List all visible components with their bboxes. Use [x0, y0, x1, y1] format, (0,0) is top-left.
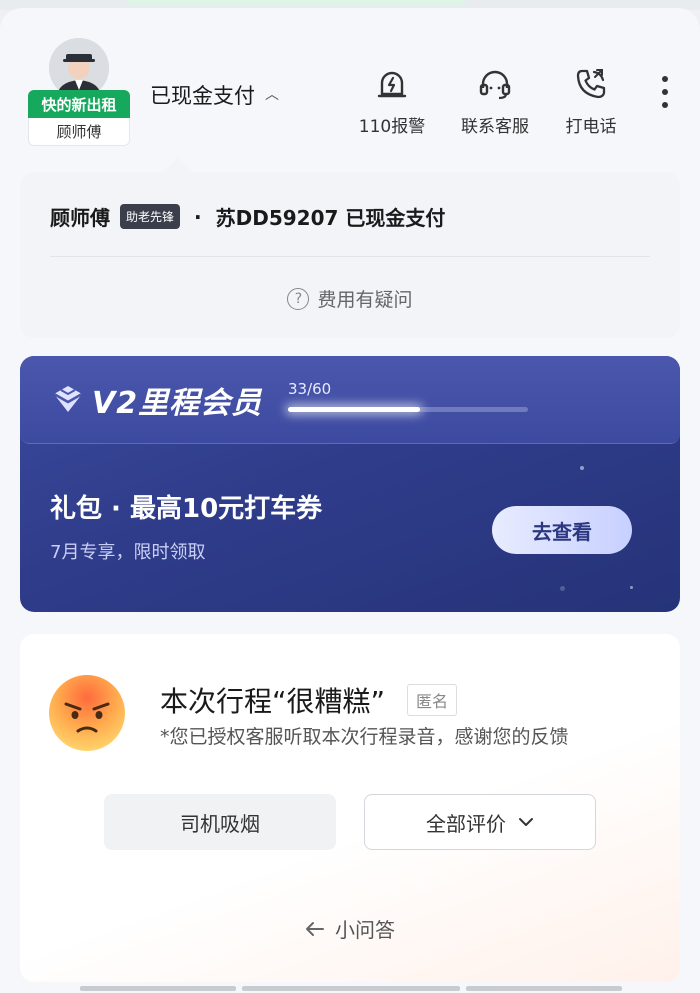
- call-driver-label: 打电话: [565, 117, 617, 137]
- chevron-down-icon: [519, 818, 533, 826]
- sparkle: [560, 586, 565, 591]
- fee-question-label: 费用有疑问: [317, 289, 413, 311]
- view-gift-button[interactable]: 去查看: [492, 506, 632, 554]
- trip-sheet: 快的新出租 顾师傅 已现金支付 ︿ 110报警 联系客服 打电话 顾师傅 助老先…: [0, 8, 700, 993]
- driver-name: 顾师傅: [50, 206, 110, 230]
- membership-card[interactable]: V2里程会员 33/60 礼包 · 最高10元打车券 7月专享，限时领取 去查看: [20, 356, 680, 612]
- driver-info-line: 顾师傅 助老先锋 · 苏DD59207 已现金支付: [50, 202, 445, 231]
- headset-icon: [479, 70, 511, 100]
- driver-name-tag: 顾师傅: [28, 118, 130, 146]
- contact-service-button[interactable]: 联系客服: [450, 66, 540, 137]
- gift-title: 礼包 · 最高10元打车券: [50, 494, 323, 524]
- driver-company-badge: 快的新出租: [28, 90, 130, 118]
- divider: [50, 256, 650, 257]
- police-110-label: 110报警: [358, 117, 426, 137]
- map-road: [128, 0, 466, 6]
- rating-title-row: 本次行程“很糟糕” 匿名: [160, 680, 458, 720]
- membership-header: V2里程会员 33/60: [20, 356, 680, 444]
- trip-info-card: 顾师傅 助老先锋 · 苏DD59207 已现金支付 ? 费用有疑问: [20, 172, 680, 338]
- member-logo-icon: [53, 386, 83, 412]
- police-110-button[interactable]: 110报警: [352, 66, 432, 137]
- membership-progress-text: 33/60: [288, 380, 332, 398]
- rating-note: *您已授权客服听取本次行程录音，感谢您的反馈: [160, 726, 569, 748]
- separator-dot: ·: [194, 204, 202, 229]
- all-reviews-label: 全部评价: [426, 811, 506, 836]
- qa-label: 小问答: [335, 918, 395, 942]
- avatar-driver-icon: [49, 38, 109, 98]
- membership-title: V2里程会员: [92, 386, 263, 421]
- rating-chip-smoking[interactable]: 司机吸烟: [104, 794, 336, 850]
- chevron-up-icon: ︿: [265, 87, 279, 103]
- bottom-indicator-bars: [0, 986, 700, 993]
- driver-avatar-group[interactable]: 快的新出租 顾师傅: [28, 38, 130, 146]
- siren-icon: [377, 71, 407, 98]
- plate-pay-status: 苏DD59207 已现金支付: [215, 206, 446, 230]
- qa-link[interactable]: 小问答: [20, 914, 680, 943]
- question-icon: ?: [287, 287, 310, 310]
- contact-service-label: 联系客服: [461, 117, 529, 137]
- anonymous-tag: 匿名: [407, 684, 458, 716]
- gift-subtitle: 7月专享，限时领取: [50, 542, 206, 563]
- call-driver-button[interactable]: 打电话: [556, 66, 626, 137]
- arrow-left-icon: [306, 921, 324, 936]
- driver-honor-tag: 助老先锋: [120, 204, 181, 229]
- trip-rating-card: 本次行程“很糟糕” 匿名 *您已授权客服听取本次行程录音，感谢您的反馈 司机吸烟…: [20, 634, 680, 982]
- fee-question-link[interactable]: ? 费用有疑问: [20, 285, 680, 312]
- membership-progress-fill: [288, 407, 420, 412]
- sparkle: [580, 466, 584, 470]
- pay-status-label: 已现金支付: [150, 84, 255, 108]
- more-vertical-icon[interactable]: [654, 72, 676, 112]
- rating-title: 本次行程“很糟糕”: [160, 685, 386, 718]
- pay-status-toggle[interactable]: 已现金支付 ︿: [150, 80, 279, 110]
- membership-progress-bar: [288, 407, 528, 412]
- phone-icon: [576, 69, 606, 99]
- all-reviews-button[interactable]: 全部评价: [364, 794, 596, 850]
- sparkle: [630, 586, 633, 589]
- angry-face-icon: [49, 675, 125, 751]
